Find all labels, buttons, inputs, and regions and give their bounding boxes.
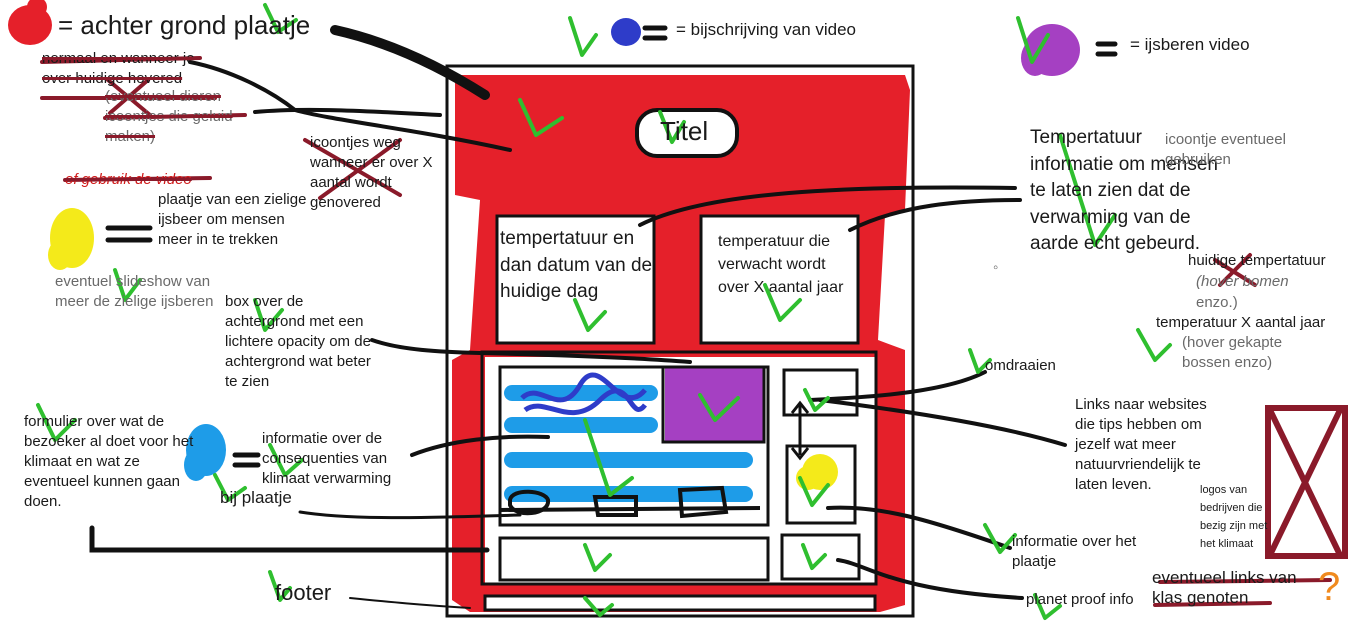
links-tips-note: Links naar websites die tips hebben om j… [1075, 396, 1207, 493]
hover-forests-note: (hover gekapte bossen enzo) [1182, 334, 1283, 371]
consequences-info-note: informatie over de consequenties van kli… [262, 430, 392, 487]
slideshow-note: eventuel slideshow van meer de zielige i… [55, 273, 214, 310]
icon-maybe-note: icoontje eventueel gebruiken [1165, 131, 1286, 168]
struck-hover-note: normaal en wanneer je over huidige hover… [42, 50, 195, 87]
temp-x-years-note: temperatuur X aantal jaar [1156, 314, 1326, 331]
legend-polar-video-label: = ijsberen video [1130, 35, 1250, 54]
legend-sad-polar-image: plaatje van een zielige ijsbeer om mense… [158, 191, 307, 248]
sketch-canvas: ? = achter grond plaatje = bijschrijving… [0, 0, 1350, 629]
wireframe-box-today: tempertatuur en dan datum van de huidige… [500, 228, 653, 302]
box-over-background-note: box over de achtergrond met een lichtere… [225, 293, 371, 390]
image-info-note: informatie over het plaatje [1012, 533, 1137, 570]
footer-note: footer [275, 580, 332, 605]
wireframe-box-future: temperatuur die verwacht wordt over X aa… [718, 233, 844, 296]
wireframe-title: Titel [660, 116, 709, 146]
etc-note: enzo.) [1196, 294, 1238, 311]
legend-caption-label: = bijschrijving van video [676, 20, 857, 39]
flip-note: omdraaien [985, 357, 1056, 374]
logos-companies-note: logos van bedrijven die bezig zijn met h… [1200, 484, 1268, 550]
current-temp-note: huidige tempertatuur [1188, 252, 1326, 269]
purple-video-block [661, 365, 766, 444]
planet-proof-note: planet proof info [1026, 591, 1134, 608]
form-note: formulier over wat de bezoeker al doet v… [24, 413, 194, 510]
links-class-note: eventueel links van klas genoten [1152, 568, 1297, 607]
struck-animal-icons-note: (eventueel dieren icoontjes die geluid m… [105, 88, 233, 145]
struck-icons-away-note: icoontjes weg wanneer er over X aantal w… [310, 134, 433, 211]
bullet-mark: ◦ [993, 259, 999, 276]
hover-trees-note: (hover bomen [1196, 273, 1289, 290]
with-image-note: bij plaatje [220, 488, 292, 507]
struck-use-video-note: of gebruik de video [65, 171, 192, 188]
legend-background-label: = achter grond plaatje [58, 10, 311, 40]
